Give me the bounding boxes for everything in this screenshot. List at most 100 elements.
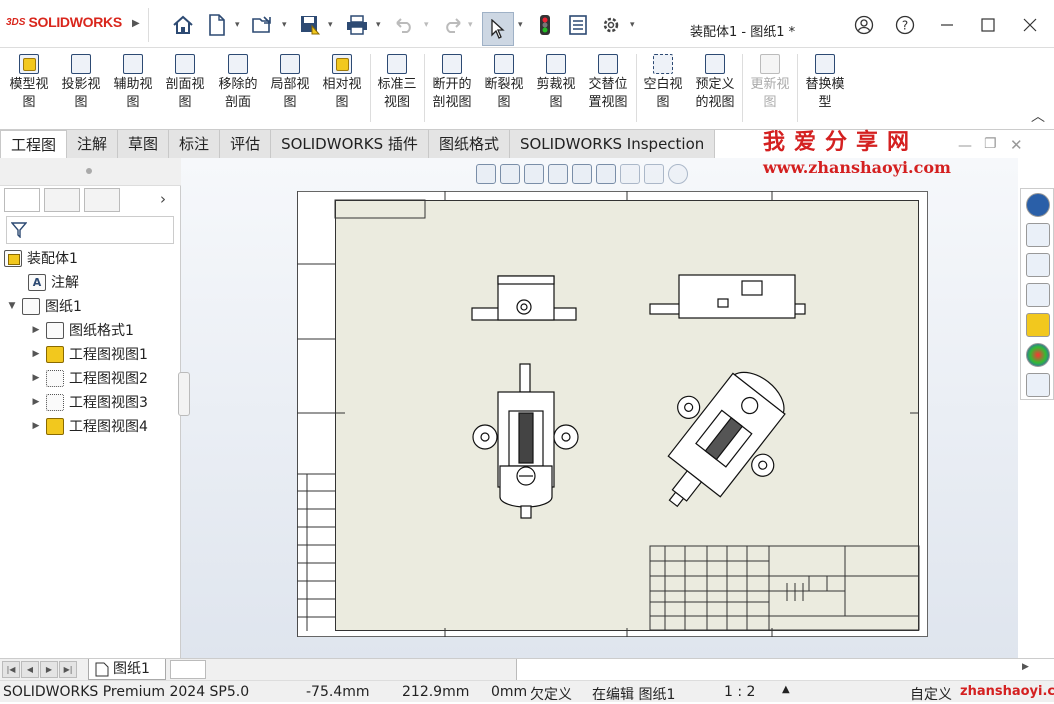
ribbon-removed-section-button[interactable]: 移除的 剖面 [214,50,262,126]
add-sheet-icon[interactable] [170,660,206,679]
tab-sheet-format[interactable]: 图纸格式 [428,130,510,158]
ribbon-crop-view-button[interactable]: 剪裁视图 [533,50,579,126]
display-style-icon[interactable] [620,164,640,184]
ribbon-predefined-view-button[interactable]: 预定义 的视图 [692,50,738,126]
tab-addins[interactable]: SOLIDWORKS 插件 [271,130,429,158]
tab-evaluate[interactable]: 评估 [220,130,272,158]
collapse-arrow-icon[interactable]: ▼ [6,301,18,311]
help-icon[interactable]: ? [893,14,917,36]
tab-inspection[interactable]: SOLIDWORKS Inspection [509,130,716,158]
ribbon-auxiliary-view-button[interactable]: 辅助视图 [110,50,156,126]
units-system[interactable]: 自定义 [910,684,952,704]
tab-annotation[interactable]: 注解 [67,130,119,158]
dimxpert-tab-icon[interactable] [84,188,120,212]
ribbon-model-view-button[interactable]: 模型视图 [6,50,52,126]
doc-restore-icon[interactable]: ❐ [984,136,997,152]
appearances-icon[interactable] [1026,343,1050,367]
chevron-right-icon[interactable]: › [160,190,166,208]
open-file-icon[interactable] [250,12,276,38]
view-palette-icon[interactable] [1026,313,1050,337]
tab-markup[interactable]: 标注 [169,130,221,158]
file-explorer-icon[interactable] [1026,283,1050,307]
ribbon-alternate-position-view-button[interactable]: 交替位 置视图 [585,50,631,126]
minimize-window-icon[interactable] [935,14,959,36]
maximize-window-icon[interactable] [976,14,1000,36]
tree-filter-field[interactable] [6,216,174,244]
home-icon[interactable] [1026,223,1050,247]
custom-properties-icon[interactable] [1026,373,1050,397]
tree-item-drawing-view-4[interactable]: ▶ 工程图视图4 [30,415,148,437]
home-icon[interactable] [170,12,196,38]
close-window-icon[interactable] [1018,14,1042,36]
horizontal-scrollbar[interactable] [516,659,1054,680]
file-properties-icon[interactable] [565,12,591,38]
appearance-icon[interactable] [668,164,688,184]
ribbon-standard-3-view-button[interactable]: 标准三 视图 [374,50,420,126]
rebuild-traffic-light-icon[interactable] [532,12,558,38]
logo-menu-arrow[interactable]: ▶ [132,18,140,29]
undo-icon[interactable] [391,12,417,38]
hide-show-items-icon[interactable] [644,164,664,184]
solidworks-logo[interactable]: 3DS SOLIDWORKS [6,14,122,30]
ribbon-detail-view-button[interactable]: 局部视图 [266,50,314,126]
tree-item-drawing-view-2[interactable]: ▶ 工程图视图2 [30,367,148,389]
collapse-ribbon-chevron-icon[interactable]: ︿ [1031,106,1045,126]
ribbon-empty-view-button[interactable]: 空白视图 [640,50,686,126]
options-dropdown-icon[interactable]: ▾ [630,20,635,30]
feature-manager-tab-icon[interactable] [4,188,40,212]
scroll-right-icon[interactable]: ▶ [1022,662,1029,672]
save-icon[interactable] [297,12,323,38]
last-sheet-icon[interactable]: ▶| [59,661,77,678]
ribbon-relative-view-button[interactable]: 相对视图 [318,50,366,126]
zoom-to-fit-icon[interactable] [476,164,496,184]
print-dropdown-icon[interactable]: ▾ [376,20,381,30]
design-library-icon[interactable] [1026,253,1050,277]
pane-splitter-handle[interactable] [178,372,190,416]
next-sheet-icon[interactable]: ▶ [40,661,58,678]
tree-item-drawing-view-3[interactable]: ▶ 工程图视图3 [30,391,148,413]
select-tool-button[interactable] [482,12,514,46]
expand-arrow-icon[interactable]: ▶ [30,325,42,335]
tree-item-sheet-format[interactable]: ▶ 图纸格式1 [30,319,134,341]
expand-arrow-icon[interactable]: ▶ [30,397,42,407]
ribbon-update-view-button[interactable]: 更新视图 [747,50,793,126]
ribbon-section-view-button[interactable]: 剖面视图 [162,50,208,126]
undo-dropdown-icon[interactable]: ▾ [424,20,429,30]
ribbon-break-button[interactable]: 断裂视图 [481,50,527,126]
ribbon-projected-view-button[interactable]: 投影视图 [58,50,104,126]
new-dropdown-icon[interactable]: ▾ [235,20,240,30]
solidworks-resources-icon[interactable] [1026,193,1050,217]
tree-root-assembly[interactable]: 装配体1 [0,247,78,269]
zoom-in-out-icon[interactable] [524,164,544,184]
zoom-to-selection-icon[interactable] [548,164,568,184]
ribbon-replace-model-button[interactable]: 替换模型 [802,50,848,126]
prev-sheet-icon[interactable]: ◀ [21,661,39,678]
doc-minimize-icon[interactable]: — [958,138,972,154]
tree-item-annotations[interactable]: A 注解 [24,271,79,293]
new-document-icon[interactable] [204,12,230,38]
sheet-tab[interactable]: 图纸1 [88,659,166,680]
doc-close-icon[interactable]: ✕ [1010,136,1023,154]
property-manager-tab-icon[interactable] [44,188,80,212]
tab-drawing[interactable]: 工程图 [0,130,68,158]
expand-arrow-icon[interactable]: ▶ [30,421,42,431]
expand-arrow-icon[interactable]: ▶ [30,349,42,359]
tab-sketch[interactable]: 草图 [118,130,170,158]
pane-grip[interactable] [0,158,181,186]
ribbon-broken-out-section-button[interactable]: 断开的 剖视图 [429,50,475,126]
account-user-icon[interactable] [852,14,876,36]
save-dropdown-icon[interactable]: ▾ [328,20,333,30]
zoom-to-area-icon[interactable] [500,164,520,184]
first-sheet-icon[interactable]: |◀ [2,661,20,678]
tree-item-sheet1[interactable]: ▼ 图纸1 [0,295,82,317]
redo-dropdown-icon[interactable]: ▾ [468,20,473,30]
select-dropdown-icon[interactable]: ▾ [518,20,523,30]
pan-icon[interactable] [596,164,616,184]
sheet-scale[interactable]: 1 : 2 [724,684,755,700]
open-dropdown-icon[interactable]: ▾ [282,20,287,30]
tree-item-drawing-view-1[interactable]: ▶ 工程图视图1 [30,343,148,365]
print-icon[interactable] [344,12,370,38]
redo-icon[interactable] [440,12,466,38]
scale-up-arrow-icon[interactable]: ▲ [782,684,790,695]
options-gear-icon[interactable] [598,12,624,38]
